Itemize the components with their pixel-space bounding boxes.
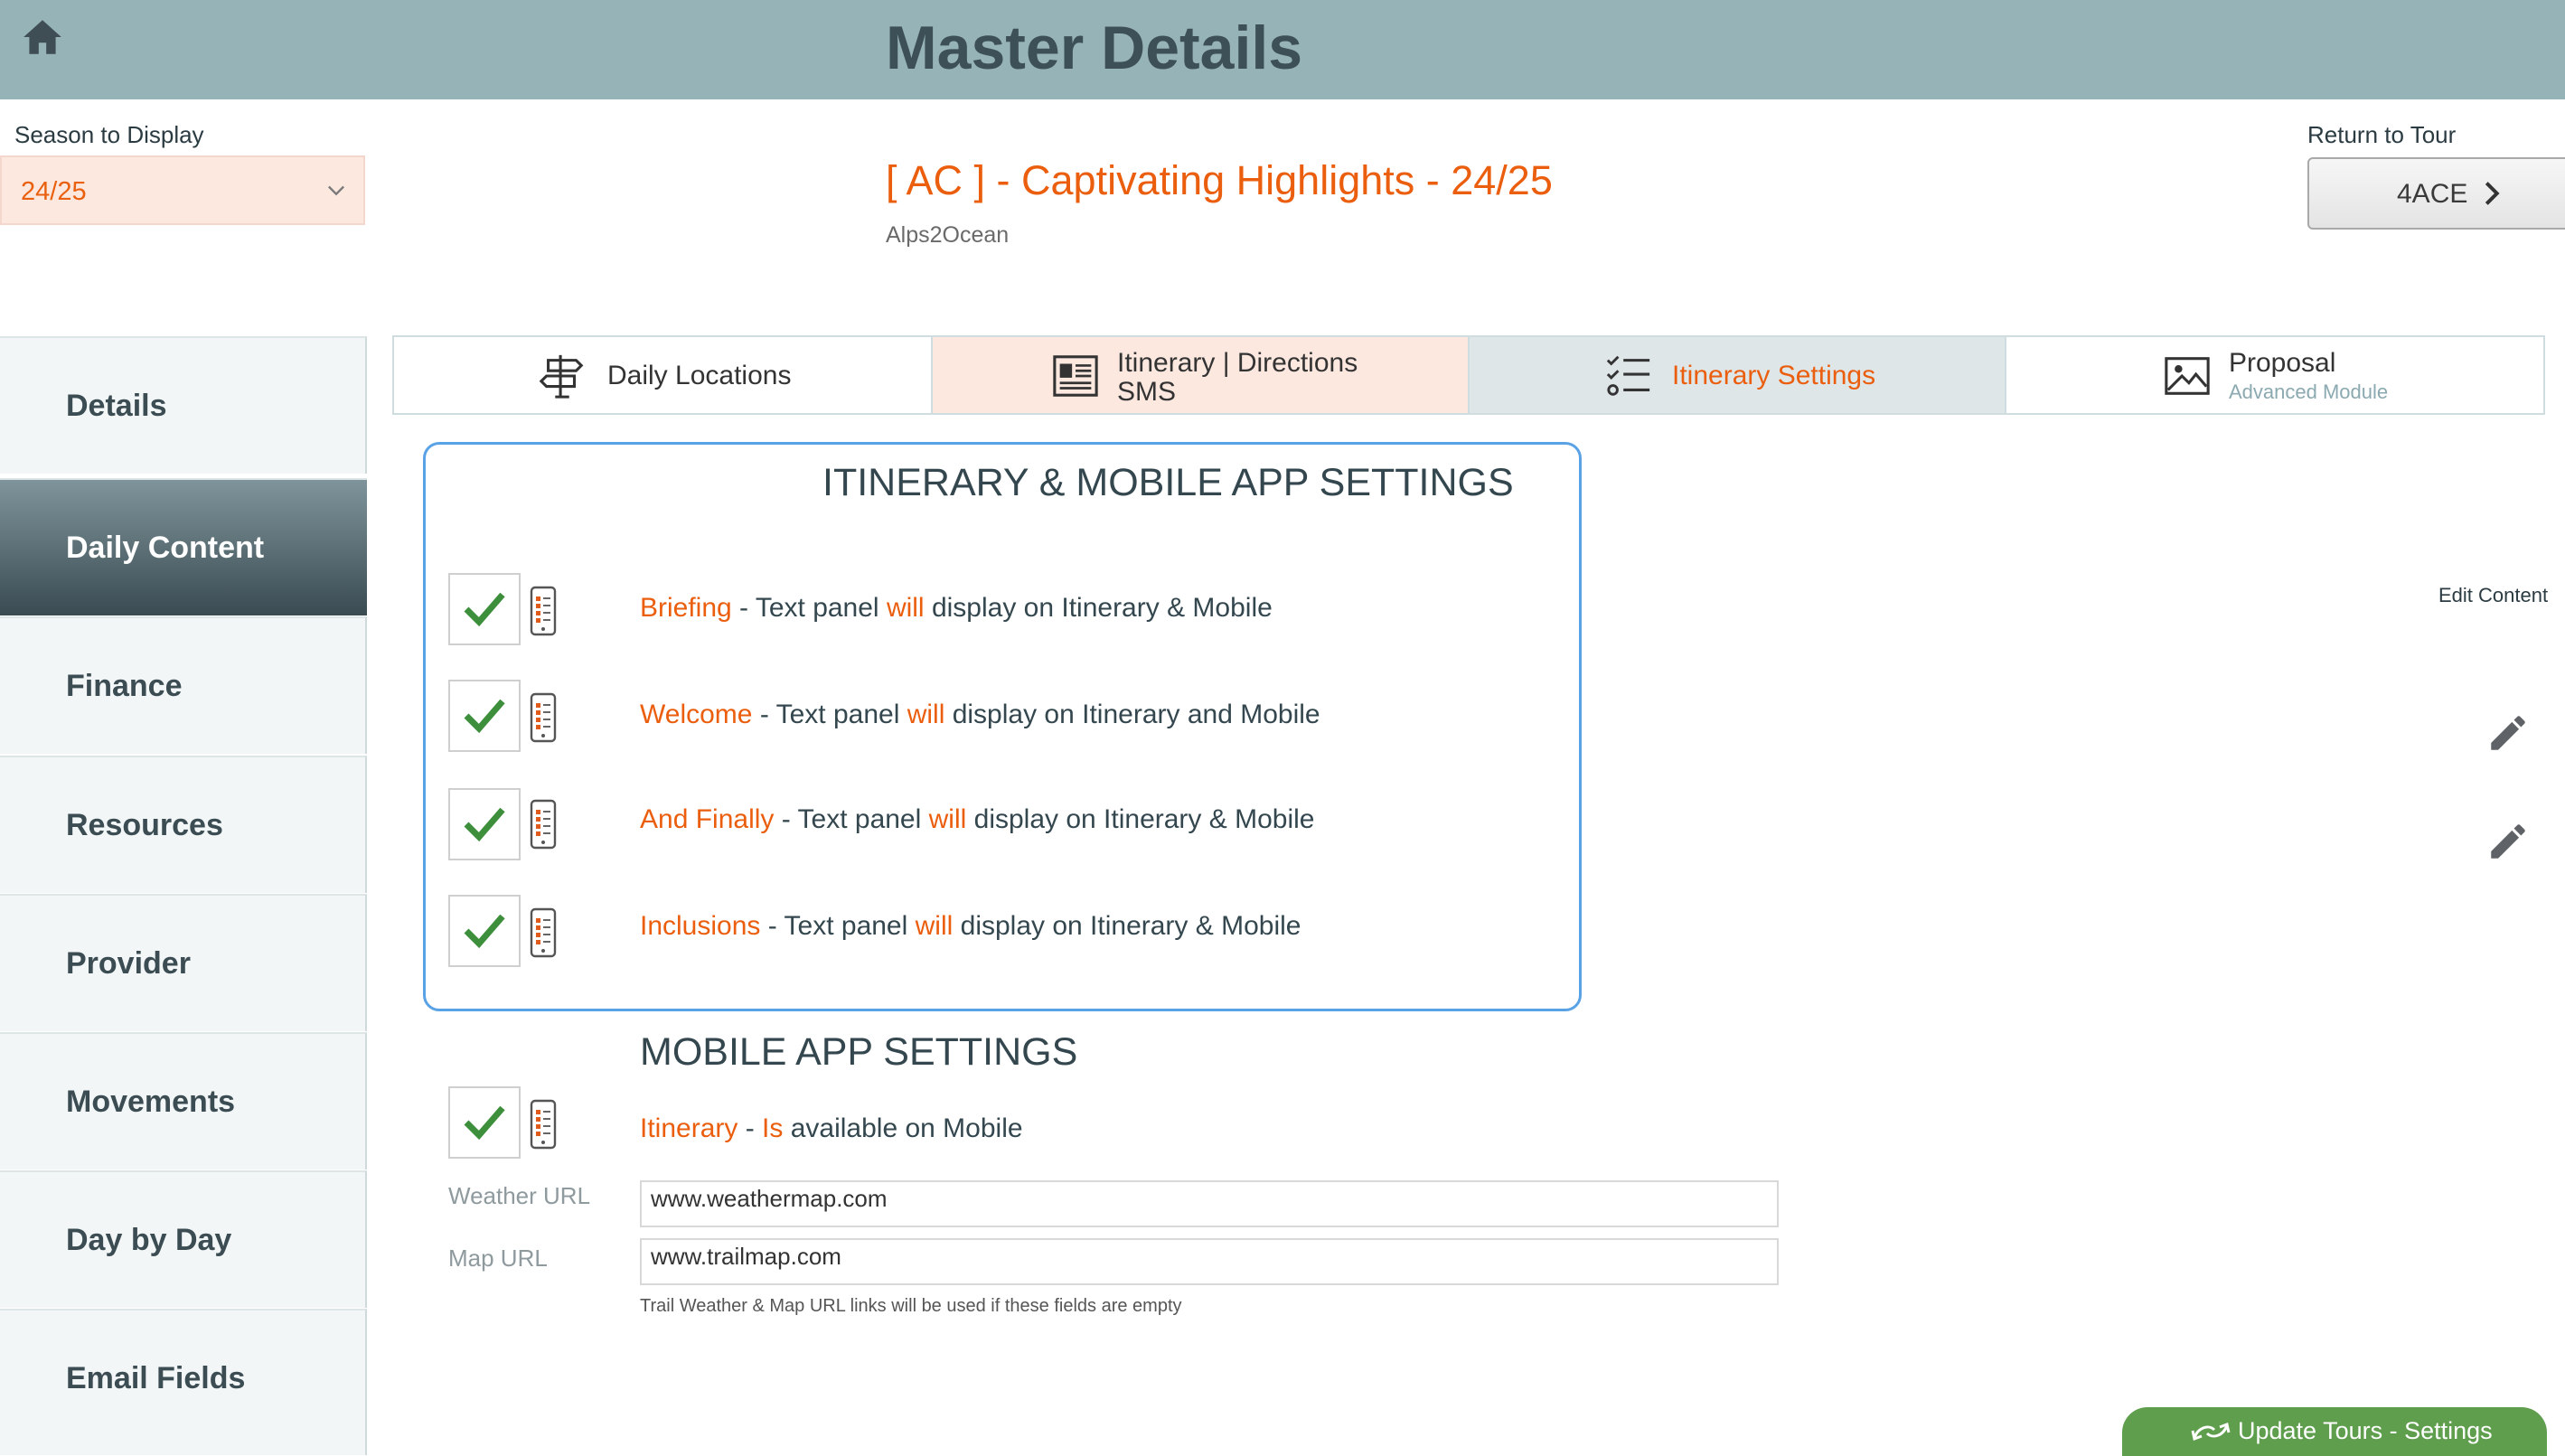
- phone-icon: [530, 586, 557, 636]
- page-title: Master Details: [886, 14, 1303, 82]
- edit-content-label: Edit Content: [2438, 584, 2549, 606]
- row-is: Is: [762, 1113, 784, 1143]
- return-to-tour-button[interactable]: 4ACE: [2307, 157, 2565, 230]
- checkmark-icon: [464, 1105, 505, 1141]
- tab-proposal[interactable]: Proposal Advanced Module: [2006, 337, 2543, 413]
- sidebar-item-label: Email Fields: [66, 1361, 246, 1395]
- inclusions-row-text: Inclusions - Text panel will display on …: [640, 911, 1301, 942]
- row-separator: - Text panel: [774, 804, 929, 834]
- season-label: Season to Display: [14, 121, 204, 148]
- phone-icon: [530, 907, 557, 958]
- pencil-icon[interactable]: [2485, 710, 2531, 756]
- briefing-row-text: Briefing - Text panel will display on It…: [640, 593, 1273, 624]
- sidebar: Details Daily Content Finance Resources …: [0, 336, 367, 1455]
- itinerary-mobile-row-text: Itinerary - Is available on Mobile: [640, 1113, 1023, 1144]
- sidebar-item-label: Resources: [66, 808, 223, 842]
- tab-itinerary-label-line2: SMS: [1117, 377, 1177, 407]
- checkmark-icon: [464, 914, 505, 949]
- tab-itinerary-settings-label: Itinerary Settings: [1672, 361, 1876, 390]
- row-rest: display on Itinerary & Mobile: [953, 911, 1301, 941]
- mobile-settings-title: MOBILE APP SETTINGS: [640, 1030, 1078, 1074]
- row-separator: - Text panel: [760, 911, 916, 941]
- signpost-icon: [539, 354, 584, 399]
- welcome-row-text: Welcome - Text panel will display on Iti…: [640, 700, 1320, 730]
- checkmark-icon: [464, 699, 505, 734]
- welcome-name: Welcome: [640, 700, 753, 729]
- row-separator: - Text panel: [752, 700, 907, 729]
- sidebar-item-label: Finance: [66, 669, 183, 703]
- tab-daily-locations[interactable]: Daily Locations: [394, 337, 933, 413]
- sidebar-item-label: Day by Day: [66, 1223, 232, 1257]
- tab-proposal-sublabel: Advanced Module: [2229, 380, 2389, 403]
- sidebar-item-daily-content[interactable]: Daily Content: [0, 478, 367, 615]
- checkmark-icon: [464, 807, 505, 842]
- sidebar-item-resources[interactable]: Resources: [0, 756, 367, 893]
- row-separator: - Text panel: [731, 593, 887, 623]
- inclusions-name: Inclusions: [640, 911, 761, 941]
- chevron-down-icon: [328, 185, 344, 196]
- refresh-icon: [2191, 1422, 2231, 1442]
- sidebar-item-movements[interactable]: Movements: [0, 1032, 367, 1169]
- image-icon: [2165, 357, 2210, 395]
- sidebar-item-label: Provider: [66, 946, 191, 981]
- update-tours-settings-button[interactable]: Update Tours - Settings: [2122, 1407, 2547, 1456]
- tab-itinerary-directions-sms[interactable]: Itinerary | Directions SMS: [933, 337, 1470, 413]
- itinerary-mobile-checkbox[interactable]: [448, 1086, 521, 1159]
- tab-daily-locations-label: Daily Locations: [607, 361, 792, 390]
- map-url-input[interactable]: [640, 1238, 1779, 1285]
- sidebar-item-provider[interactable]: Provider: [0, 894, 367, 1031]
- sidebar-item-label: Daily Content: [66, 531, 265, 565]
- row-will: will: [928, 804, 967, 834]
- briefing-checkbox[interactable]: [448, 573, 521, 645]
- itinerary-name: Itinerary: [640, 1113, 738, 1143]
- phone-icon: [530, 799, 557, 850]
- checklist-icon: [1606, 355, 1650, 396]
- welcome-checkbox[interactable]: [448, 680, 521, 752]
- row-rest: display on Itinerary & Mobile: [966, 804, 1315, 834]
- phone-icon: [530, 1099, 557, 1150]
- row-will: will: [915, 911, 954, 941]
- document-icon: [1053, 355, 1098, 397]
- sidebar-item-label: Movements: [66, 1085, 236, 1119]
- sidebar-item-day-by-day[interactable]: Day by Day: [0, 1170, 367, 1308]
- row-rest: available on Mobile: [783, 1113, 1023, 1143]
- season-value: 24/25: [21, 177, 87, 206]
- map-url-label: Map URL: [448, 1245, 548, 1272]
- and-finally-checkbox[interactable]: [448, 788, 521, 860]
- tab-itinerary-label-line1: Itinerary | Directions: [1117, 348, 1358, 378]
- itinerary-settings-title: ITINERARY & MOBILE APP SETTINGS: [822, 461, 1514, 504]
- row-will: will: [886, 593, 925, 623]
- tab-proposal-label: Proposal: [2229, 348, 2336, 378]
- row-separator: -: [738, 1113, 763, 1143]
- return-to-tour-button-label: 4ACE: [2397, 179, 2468, 209]
- phone-icon: [530, 692, 557, 743]
- season-select[interactable]: 24/25: [0, 155, 365, 225]
- tab-itinerary-settings[interactable]: Itinerary Settings: [1470, 337, 2006, 413]
- tour-subtitle: Alps2Ocean: [886, 222, 1010, 248]
- sidebar-item-details[interactable]: Details: [0, 336, 367, 474]
- sidebar-item-email-fields[interactable]: Email Fields: [0, 1309, 367, 1455]
- weather-url-input[interactable]: [640, 1180, 1779, 1227]
- row-rest: display on Itinerary & Mobile: [924, 593, 1273, 623]
- inclusions-checkbox[interactable]: [448, 895, 521, 967]
- sidebar-item-finance[interactable]: Finance: [0, 616, 367, 754]
- checkmark-icon: [464, 592, 505, 627]
- update-tours-settings-label: Update Tours - Settings: [2238, 1417, 2493, 1444]
- briefing-name: Briefing: [640, 593, 732, 623]
- return-to-tour-label: Return to Tour: [2307, 121, 2457, 148]
- pencil-icon[interactable]: [2485, 819, 2531, 864]
- and-finally-name: And Finally: [640, 804, 775, 834]
- tour-title: [ AC ] - Captivating Highlights - 24/25: [886, 157, 1553, 203]
- url-note: Trail Weather & Map URL links will be us…: [640, 1296, 1182, 1316]
- tab-bar: Daily Locations Itinerary | Directions S…: [392, 335, 2545, 415]
- and-finally-row-text: And Finally - Text panel will display on…: [640, 804, 1314, 835]
- chevron-right-icon: [2485, 182, 2500, 205]
- home-icon[interactable]: [20, 14, 65, 60]
- weather-url-label: Weather URL: [448, 1182, 591, 1209]
- row-will: will: [907, 700, 945, 729]
- row-rest: display on Itinerary and Mobile: [944, 700, 1320, 729]
- sidebar-item-label: Details: [66, 389, 167, 423]
